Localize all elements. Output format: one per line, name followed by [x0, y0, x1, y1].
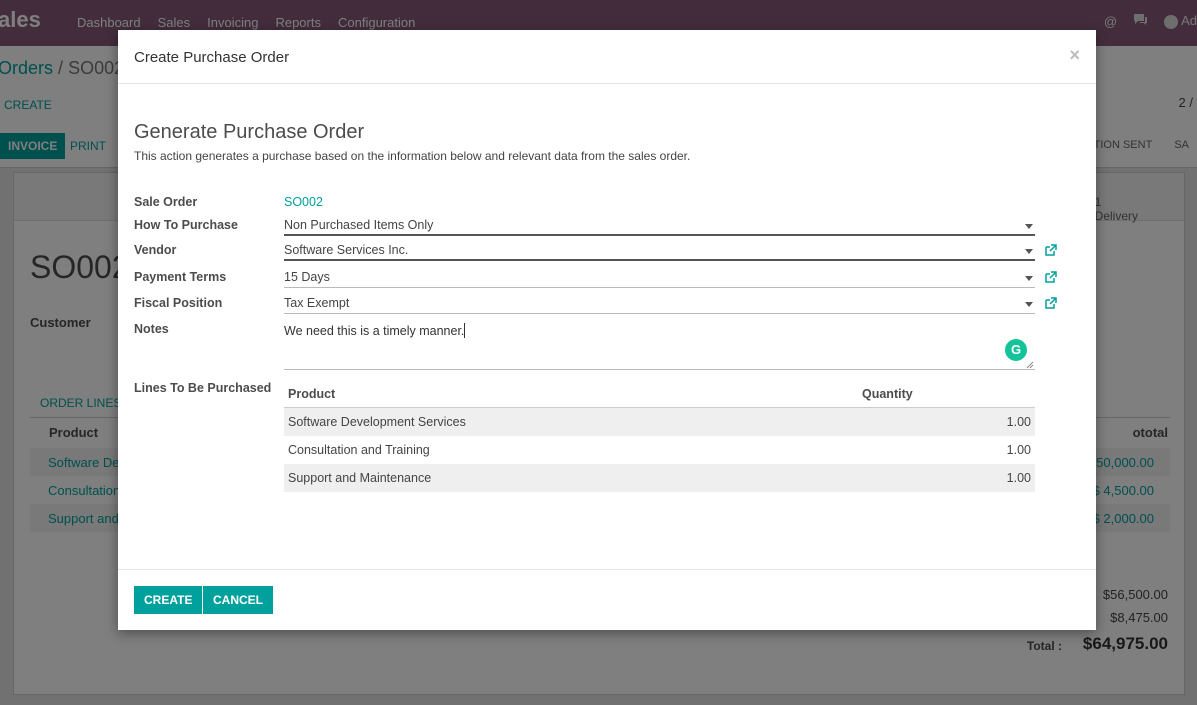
fiscal-position-select[interactable]: Tax Exempt	[284, 293, 1035, 314]
chevron-down-icon	[1025, 276, 1033, 281]
grammarly-icon[interactable]: G	[1005, 339, 1027, 361]
how-to-purchase-label: How To Purchase	[134, 218, 238, 232]
external-link-icon[interactable]	[1044, 271, 1057, 284]
form-description: This action generates a purchase based o…	[134, 149, 691, 163]
lines-to-be-purchased-label: Lines To Be Purchased	[134, 381, 272, 395]
chevron-down-icon	[1025, 302, 1033, 307]
payment-terms-label: Payment Terms	[134, 270, 227, 284]
row-quantity: 1.00	[1006, 415, 1031, 429]
payment-terms-select[interactable]: 15 Days	[284, 267, 1035, 288]
row-quantity: 1.00	[1006, 471, 1031, 485]
sale-order-label: Sale Order	[134, 195, 198, 209]
row-product: Support and Maintenance	[288, 471, 432, 485]
vendor-value: Software Services Inc.	[284, 243, 409, 257]
purchase-lines-table: Product Quantity Software Development Se…	[284, 377, 1035, 492]
create-button[interactable]: CREATE	[134, 586, 203, 614]
notes-label: Notes	[134, 322, 169, 336]
notes-value: We need this is a timely manner.	[284, 324, 465, 338]
text-cursor	[464, 323, 466, 338]
row-quantity: 1.00	[1006, 443, 1031, 457]
how-to-purchase-value: Non Purchased Items Only	[284, 218, 434, 232]
how-to-purchase-select[interactable]: Non Purchased Items Only	[284, 215, 1035, 236]
row-product: Software Development Services	[288, 415, 466, 429]
sale-order-link[interactable]: SO002	[284, 195, 323, 209]
cancel-button[interactable]: CANCEL	[203, 586, 273, 614]
fiscal-position-value: Tax Exempt	[284, 296, 350, 310]
external-link-icon[interactable]	[1044, 297, 1057, 310]
chevron-down-icon	[1025, 224, 1033, 229]
row-product: Consultation and Training	[288, 443, 430, 457]
create-purchase-order-dialog: Create Purchase Order × Generate Purchas…	[118, 30, 1096, 630]
table-row[interactable]: Support and Maintenance 1.00	[284, 464, 1035, 492]
chevron-down-icon	[1025, 249, 1033, 254]
table-row[interactable]: Software Development Services 1.00	[284, 408, 1035, 436]
resize-handle-icon[interactable]	[1026, 361, 1034, 369]
payment-terms-value: 15 Days	[284, 270, 330, 284]
close-icon[interactable]: ×	[1069, 45, 1080, 66]
notes-textarea[interactable]: We need this is a timely manner.	[284, 320, 1035, 370]
modal-header: Create Purchase Order ×	[118, 30, 1096, 84]
product-column-header[interactable]: Product	[288, 387, 335, 401]
table-row[interactable]: Consultation and Training 1.00	[284, 436, 1035, 464]
modal-title: Create Purchase Order	[134, 49, 290, 66]
vendor-label: Vendor	[134, 243, 177, 257]
form-heading: Generate Purchase Order	[134, 121, 365, 143]
fiscal-position-label: Fiscal Position	[134, 296, 223, 310]
modal-footer: CREATE CANCEL	[118, 569, 1096, 630]
external-link-icon[interactable]	[1044, 244, 1057, 257]
quantity-column-header[interactable]: Quantity	[862, 387, 913, 401]
table-header: Product Quantity	[284, 377, 1035, 408]
vendor-select[interactable]: Software Services Inc.	[284, 240, 1035, 261]
